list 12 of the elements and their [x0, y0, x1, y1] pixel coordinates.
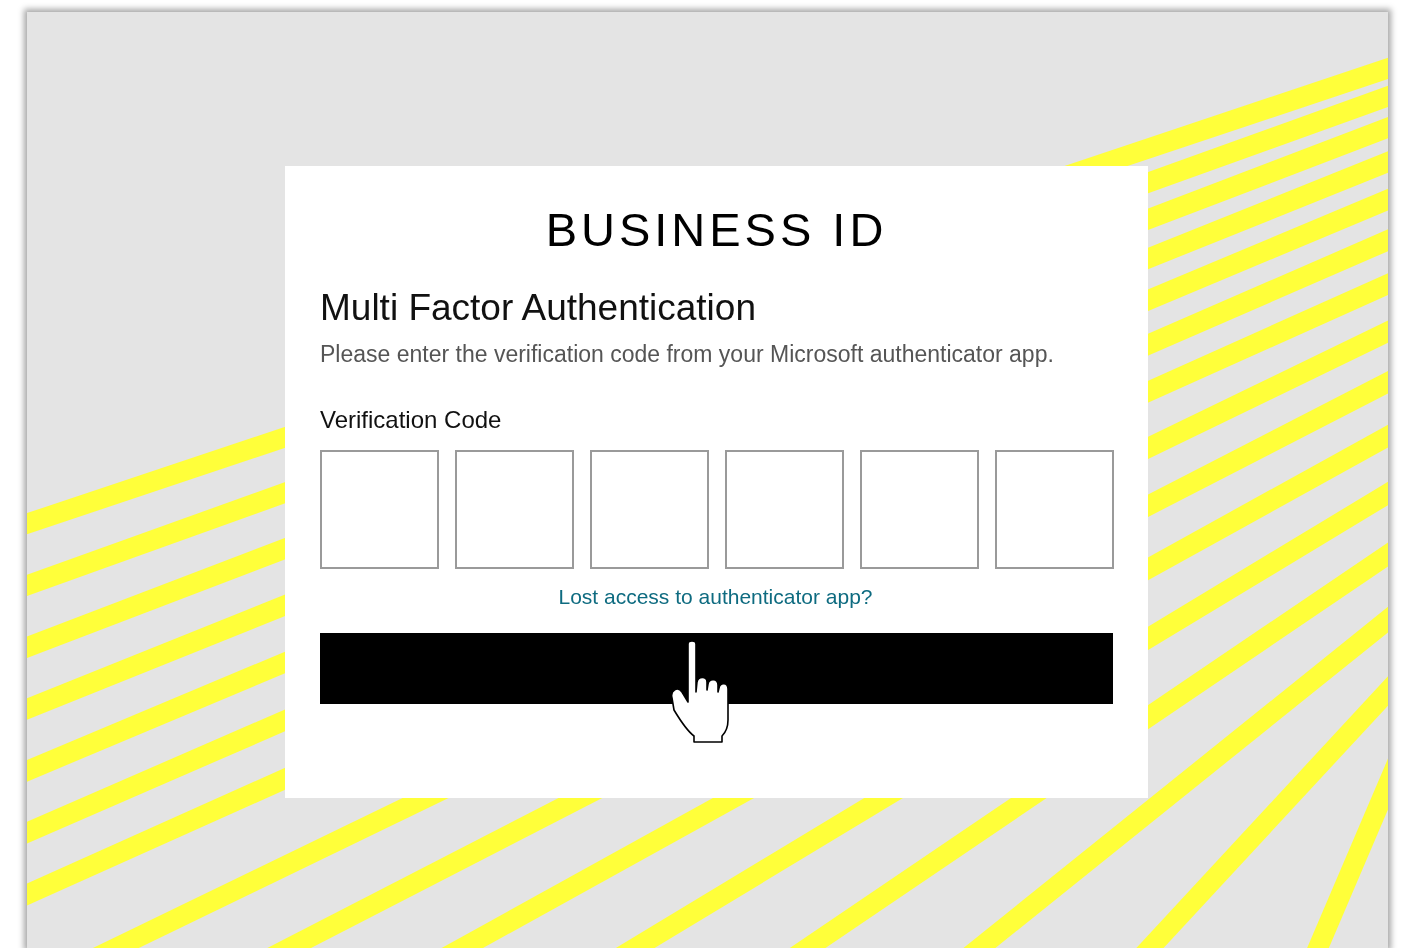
page-heading: Multi Factor Authentication [320, 286, 757, 330]
digit-input-field[interactable] [860, 450, 979, 569]
description-text: Please enter the verification code from your Microsoft authenticator app. [320, 340, 1055, 369]
brand-title: BUSINESS ID [545, 202, 888, 258]
digit-input-field[interactable] [590, 450, 709, 569]
digit-input-field[interactable] [995, 450, 1114, 569]
lost-access-link[interactable]: Lost access to authenticator app? [558, 583, 873, 611]
digit-input-field[interactable] [455, 450, 574, 569]
digit-input-field[interactable] [320, 450, 439, 569]
digit-input-field[interactable] [725, 450, 844, 569]
field-label: Verification Code [320, 405, 503, 435]
submit-button[interactable] [320, 633, 1113, 704]
